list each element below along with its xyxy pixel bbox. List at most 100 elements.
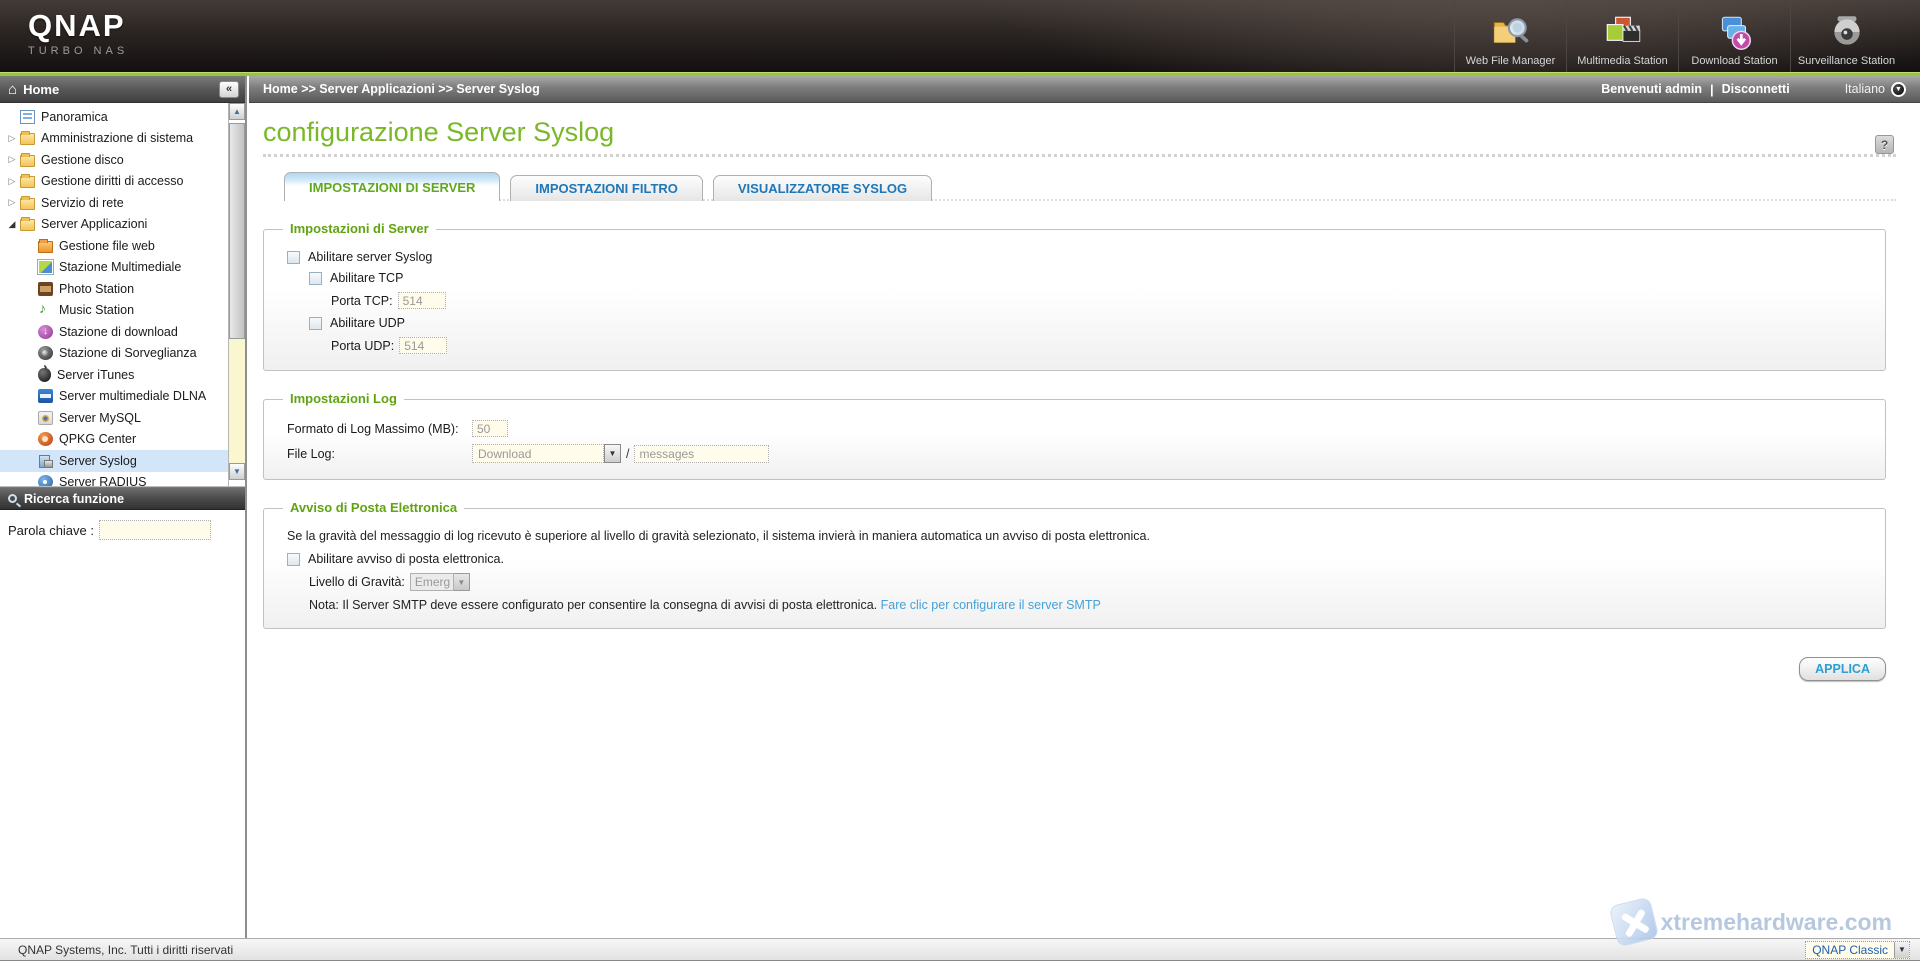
help-button[interactable]: ? xyxy=(1875,135,1894,154)
sidebar-title: Home xyxy=(23,82,219,97)
tree-item[interactable]: Panoramica xyxy=(0,106,228,128)
tree-item-label: Panoramica xyxy=(41,110,108,124)
app-shortcut-surveillance-station[interactable]: Surveillance Station xyxy=(1790,0,1902,72)
copyright-text: QNAP Systems, Inc. Tutti i diritti riser… xyxy=(18,943,233,957)
app-shortcut-label: Surveillance Station xyxy=(1798,55,1895,67)
separator: | xyxy=(1710,82,1714,97)
tree-item[interactable]: ▷ Servizio di rete xyxy=(0,192,228,214)
udp-port-input[interactable] xyxy=(399,337,447,354)
qnap-logo: QNAP TURBO NAS xyxy=(28,10,128,57)
language-selector[interactable]: Italiano ▼ xyxy=(1845,82,1906,97)
breadcrumb-bar: Home >> Server Applicazioni >> Server Sy… xyxy=(249,76,1920,103)
enable-mail-checkbox[interactable] xyxy=(287,553,300,566)
tree-item-label: Server multimediale DLNA xyxy=(59,389,206,403)
tcp-port-label: Porta TCP: xyxy=(331,294,393,308)
tab-impostazioni-di-server[interactable]: IMPOSTAZIONI DI SERVER xyxy=(284,172,500,201)
tree-item-icon xyxy=(38,475,53,487)
tree-item-icon xyxy=(38,389,53,403)
turbo-nas-label: TURBO NAS xyxy=(28,45,128,57)
download-station-icon xyxy=(1713,12,1757,54)
enable-syslog-label: Abilitare server Syslog xyxy=(308,250,432,264)
server-settings-panel: Impostazioni di Server Abilitare server … xyxy=(263,229,1886,371)
theme-select[interactable]: QNAP Classic ▼ xyxy=(1805,941,1910,959)
chevron-down-icon: ▼ xyxy=(604,444,621,463)
apply-row: APPLICA xyxy=(263,657,1886,681)
tree-item[interactable]: Stazione di Sorveglianza xyxy=(0,343,228,365)
app-shortcut-web-file-manager[interactable]: Web File Manager xyxy=(1454,0,1566,72)
scrollbar-down-arrow[interactable]: ▼ xyxy=(229,463,245,480)
log-file-name-input[interactable] xyxy=(634,445,769,463)
tcp-port-input[interactable] xyxy=(398,292,446,309)
web-file-manager-icon xyxy=(1489,12,1533,54)
tree-item[interactable]: ▷ Gestione diritti di accesso xyxy=(0,171,228,193)
enable-udp-checkbox[interactable] xyxy=(309,317,322,330)
function-search-header: Ricerca funzione xyxy=(0,487,245,510)
tree-item[interactable]: Server iTunes xyxy=(0,364,228,386)
tree-item-icon xyxy=(38,303,53,317)
smtp-note-text: Nota: Il Server SMTP deve essere configu… xyxy=(309,598,877,612)
tree-expand-icon[interactable]: ▷ xyxy=(6,133,18,144)
scrollbar-up-arrow[interactable]: ▲ xyxy=(229,103,245,120)
qnap-logo-text: QNAP xyxy=(28,10,128,42)
language-dropdown-icon: ▼ xyxy=(1891,82,1906,97)
logout-link[interactable]: Disconnetti xyxy=(1722,82,1790,96)
severity-select-value: Emerg xyxy=(410,573,454,591)
tree-item[interactable]: Photo Station xyxy=(0,278,228,300)
email-alert-legend: Avviso di Posta Elettronica xyxy=(283,500,464,515)
tree-item[interactable]: Server Syslog xyxy=(0,450,228,472)
tree-item-icon xyxy=(38,368,51,382)
app-shortcut-label: Multimedia Station xyxy=(1577,55,1668,67)
tree-item-icon xyxy=(38,241,53,253)
chevron-down-icon: ▼ xyxy=(1894,942,1909,958)
max-log-size-row: Formato di Log Massimo (MB): xyxy=(287,420,1865,437)
function-search-title: Ricerca funzione xyxy=(24,492,124,506)
enable-tcp-checkbox[interactable] xyxy=(309,272,322,285)
tree-item[interactable]: ▷ Gestione disco xyxy=(0,149,228,171)
tree-expand-icon[interactable]: ▷ xyxy=(6,154,18,165)
enable-syslog-checkbox[interactable] xyxy=(287,251,300,264)
severity-select[interactable]: Emerg ▼ xyxy=(410,573,470,591)
tree-item-label: Stazione di download xyxy=(59,325,178,339)
tree-item[interactable]: ▷ Amministrazione di sistema xyxy=(0,128,228,150)
tree-expand-icon[interactable]: ▷ xyxy=(6,176,18,187)
tree-item[interactable]: Stazione di download xyxy=(0,321,228,343)
page-title: configurazione Server Syslog xyxy=(263,117,1896,147)
sidebar-header: ⌂ Home « xyxy=(0,76,245,103)
log-folder-select-value: Download xyxy=(472,444,604,463)
tree-item-label: Server iTunes xyxy=(57,368,134,382)
tree-expand-icon[interactable]: ◢ xyxy=(6,219,18,230)
tree-item-icon xyxy=(20,155,35,167)
tree-item[interactable]: Stazione Multimediale xyxy=(0,257,228,279)
tree-item[interactable]: Server RADIUS xyxy=(0,472,228,488)
scrollbar-thumb[interactable] xyxy=(229,123,245,339)
sidebar-collapse-button[interactable]: « xyxy=(219,81,239,98)
tab-impostazioni-filtro[interactable]: IMPOSTAZIONI FILTRO xyxy=(510,175,703,201)
tree-item-label: Gestione file web xyxy=(59,239,155,253)
sidebar: ⌂ Home « Panoramica ▷ Amministrazione di… xyxy=(0,76,247,938)
tab-visualizzatore-syslog[interactable]: VISUALIZZATORE SYSLOG xyxy=(713,175,932,201)
log-settings-legend: Impostazioni Log xyxy=(283,391,404,406)
tree-item-label: Photo Station xyxy=(59,282,134,296)
tree-item[interactable]: Music Station xyxy=(0,300,228,322)
apply-button[interactable]: APPLICA xyxy=(1799,657,1886,681)
app-shortcut-download-station[interactable]: Download Station xyxy=(1678,0,1790,72)
breadcrumb: Home >> Server Applicazioni >> Server Sy… xyxy=(263,82,1601,96)
tree-item-icon xyxy=(20,110,35,124)
tree-item[interactable]: ◢ Server Applicazioni xyxy=(0,214,228,236)
smtp-config-link[interactable]: Fare clic per configurare il server SMTP xyxy=(881,598,1101,612)
tree-item-icon xyxy=(38,454,53,468)
tree-item[interactable]: Server MySQL xyxy=(0,407,228,429)
max-log-size-input[interactable] xyxy=(472,420,508,437)
tree-item[interactable]: QPKG Center xyxy=(0,429,228,451)
enable-udp-label: Abilitare UDP xyxy=(330,316,405,330)
app-shortcut-multimedia-station[interactable]: Multimedia Station xyxy=(1566,0,1678,72)
enable-udp-row: Abilitare UDP xyxy=(309,316,1865,330)
tree-item[interactable]: Gestione file web xyxy=(0,235,228,257)
tree-expand-icon[interactable]: ▷ xyxy=(6,197,18,208)
tree-item[interactable]: Server multimediale DLNA xyxy=(0,386,228,408)
enable-syslog-row: Abilitare server Syslog xyxy=(287,250,1865,264)
tree-item-label: Gestione diritti di accesso xyxy=(41,174,183,188)
log-file-row: File Log: Download ▼ / xyxy=(287,444,1865,463)
keyword-input[interactable] xyxy=(99,520,211,540)
log-folder-select[interactable]: Download ▼ xyxy=(472,444,621,463)
